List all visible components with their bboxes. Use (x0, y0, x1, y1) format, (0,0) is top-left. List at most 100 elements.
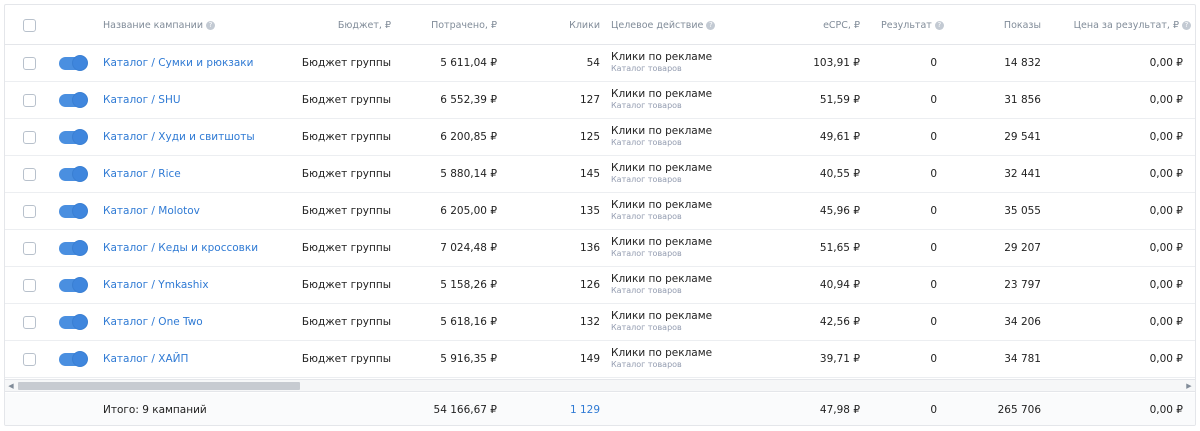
budget-cell: Бюджет группы (301, 242, 391, 254)
status-toggle-cell (59, 230, 88, 266)
scrollbar-thumb[interactable] (18, 382, 300, 390)
campaign-table: Название кампании ? Бюджет, ₽ Потрачено,… (4, 4, 1196, 426)
col-price[interactable]: Цена за результат, ₽ ? (1051, 5, 1191, 45)
col-cpc[interactable]: eCPC, ₽ (785, 5, 860, 45)
campaign-name-link[interactable]: Каталог / Сумки и рюкзаки (103, 57, 253, 69)
row-checkbox[interactable] (23, 278, 36, 292)
col-name-label: Название кампании (103, 19, 204, 31)
status-toggle-cell (59, 119, 88, 155)
row-checkbox[interactable] (23, 204, 36, 218)
toggle-knob (72, 313, 88, 330)
col-result-label: Результат (881, 19, 932, 31)
chevron-left-icon[interactable]: ◀ (6, 380, 16, 391)
help-icon[interactable]: ? (206, 20, 216, 30)
status-toggle[interactable] (59, 91, 88, 108)
campaign-name-link[interactable]: Каталог / SHU (103, 94, 181, 106)
row-checkbox[interactable] (23, 241, 36, 255)
help-icon[interactable]: ? (1182, 20, 1191, 30)
budget-cell: Бюджет группы (301, 353, 391, 365)
campaign-name-link[interactable]: Каталог / Ymkashix (103, 279, 209, 291)
footer-label: Итого: 9 кампаний (103, 404, 207, 416)
status-toggle[interactable] (59, 276, 88, 293)
footer-price: 0,00 ₽ (1149, 404, 1183, 416)
row-checkbox[interactable] (23, 315, 36, 329)
col-goal[interactable]: Целевое действие ? (611, 5, 716, 45)
price-cell: 0,00 ₽ (1149, 316, 1183, 328)
table-row[interactable]: Каталог / Худи и свитшоты Бюджет группы 6 … (5, 119, 1195, 156)
shows-cell: 34 781 (1004, 353, 1041, 365)
row-checkbox[interactable] (23, 352, 36, 366)
col-name[interactable]: Название кампании ? (103, 5, 216, 45)
campaign-name-link[interactable]: Каталог / Rice (103, 168, 181, 180)
campaign-name-link[interactable]: Каталог / ХАЙП (103, 353, 188, 365)
goal-cell: Клики по рекламе Каталог товаров (611, 341, 712, 377)
campaign-name-cell: Каталог / Худи и свитшоты (103, 119, 255, 155)
row-checkbox[interactable] (23, 167, 36, 181)
help-icon[interactable]: ? (934, 20, 944, 30)
col-shows[interactable]: Показы (965, 5, 1041, 45)
status-toggle[interactable] (59, 313, 88, 330)
cpc-cell: 40,94 ₽ (819, 279, 860, 291)
horizontal-scrollbar[interactable]: ◀ ▶ (5, 379, 1195, 392)
row-checkbox[interactable] (23, 56, 36, 70)
table-row[interactable]: Каталог / Кеды и кроссовки Бюджет группы 7… (5, 230, 1195, 267)
cpc-cell: 49,61 ₽ (819, 131, 860, 143)
goal-subtitle: Каталог товаров (611, 249, 682, 258)
status-toggle[interactable] (59, 165, 88, 182)
goal-title: Клики по рекламе (611, 236, 713, 248)
price-cell: 0,00 ₽ (1149, 353, 1183, 365)
col-spent[interactable]: Потрачено, ₽ (405, 5, 497, 45)
select-all-cell (23, 5, 36, 45)
row-checkbox[interactable] (23, 130, 36, 144)
status-toggle[interactable] (59, 54, 88, 71)
table-row[interactable]: Каталог / SHU Бюджет группы 6 552,39 ₽ 127 К… (5, 82, 1195, 119)
table-row[interactable]: Каталог / Rice Бюджет группы 5 880,14 ₽ 145… (5, 156, 1195, 193)
status-toggle-cell (59, 267, 88, 303)
col-budget[interactable]: Бюджет, ₽ (305, 5, 391, 45)
result-cell: 0 (930, 279, 937, 291)
goal-title: Клики по рекламе (611, 88, 713, 100)
col-price-label: Цена за результат, ₽ (1073, 19, 1179, 31)
status-toggle[interactable] (59, 202, 88, 219)
status-toggle-cell (59, 45, 88, 81)
campaign-name-cell: Каталог / Кеды и кроссовки (103, 230, 258, 266)
row-select-cell (23, 304, 36, 340)
footer-result: 0 (930, 404, 937, 416)
col-clicks[interactable]: Клики (545, 5, 600, 45)
toggle-knob (72, 239, 88, 256)
campaign-name-link[interactable]: Каталог / Molotov (103, 205, 200, 217)
table-row[interactable]: Каталог / Ymkashix Бюджет группы 5 158,26 … (5, 267, 1195, 304)
table-row[interactable]: Каталог / ХАЙП Бюджет группы 5 916,35 ₽ 149… (5, 341, 1195, 378)
shows-cell: 14 832 (1004, 57, 1041, 69)
result-cell: 0 (930, 131, 937, 143)
goal-subtitle: Каталог товаров (611, 138, 682, 147)
status-toggle[interactable] (59, 239, 88, 256)
table-row[interactable]: Каталог / Molotov Бюджет группы 6 205,00 ₽… (5, 193, 1195, 230)
toggle-knob (72, 276, 88, 293)
col-spent-label: Потрачено, ₽ (431, 19, 497, 31)
col-result[interactable]: Результат ? (881, 5, 944, 45)
status-toggle[interactable] (59, 350, 88, 367)
table-row[interactable]: Каталог / One Two Бюджет группы 5 618,16 ₽… (5, 304, 1195, 341)
goal-cell: Клики по рекламе Каталог товаров (611, 230, 712, 266)
campaign-name-link[interactable]: Каталог / Кеды и кроссовки (103, 242, 258, 254)
clicks-cell: 127 (579, 94, 600, 106)
clicks-cell: 149 (579, 353, 600, 365)
footer-clicks: 1 129 (569, 404, 600, 416)
status-toggle-cell (59, 304, 88, 340)
row-checkbox[interactable] (23, 93, 36, 107)
col-budget-label: Бюджет, ₽ (337, 19, 391, 31)
goal-cell: Клики по рекламе Каталог товаров (611, 193, 712, 229)
help-icon[interactable]: ? (706, 20, 716, 30)
budget-cell: Бюджет группы (301, 131, 391, 143)
campaign-name-link[interactable]: Каталог / One Two (103, 316, 203, 328)
chevron-right-icon[interactable]: ▶ (1184, 380, 1194, 391)
price-cell: 0,00 ₽ (1149, 205, 1183, 217)
status-toggle[interactable] (59, 128, 88, 145)
select-all-checkbox[interactable] (23, 18, 36, 32)
spent-cell: 6 205,00 ₽ (440, 205, 497, 217)
clicks-cell: 54 (586, 57, 600, 69)
table-row[interactable]: Каталог / Сумки и рюкзаки Бюджет группы 5 … (5, 45, 1195, 82)
campaign-name-link[interactable]: Каталог / Худи и свитшоты (103, 131, 255, 143)
cpc-cell: 42,56 ₽ (819, 316, 860, 328)
